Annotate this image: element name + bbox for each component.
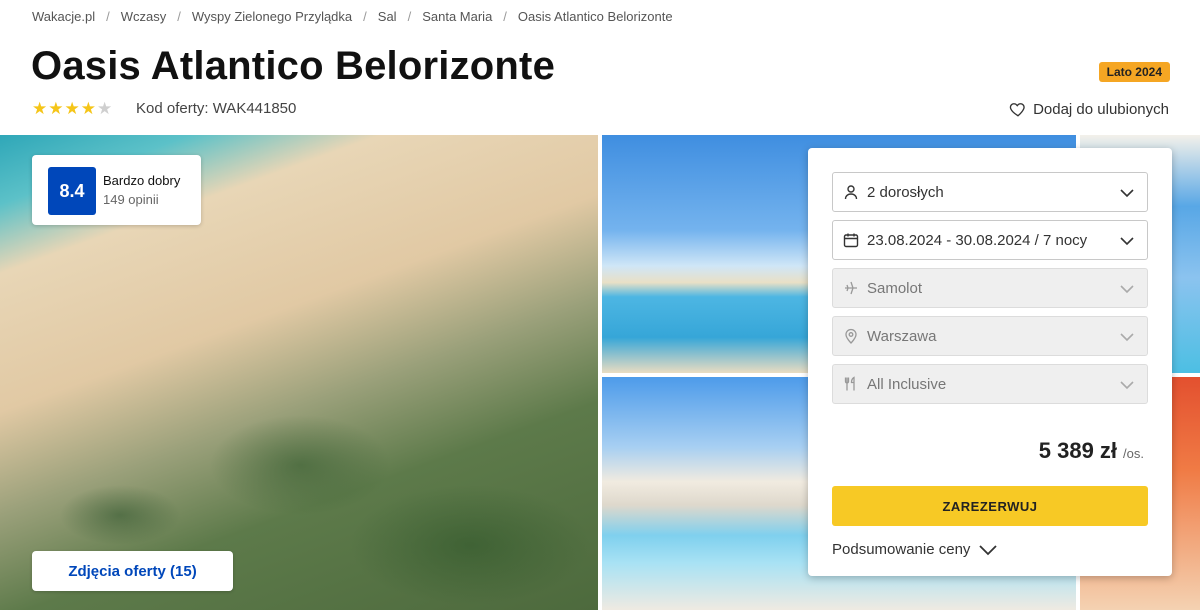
price-summary-label: Podsumowanie ceny [832, 541, 971, 558]
breadcrumb: Wakacje.pl / Wczasy / Wyspy Zielonego Pr… [32, 9, 673, 24]
transport-value: Samolot [867, 279, 923, 297]
plane-icon [843, 280, 859, 296]
chevron-down-icon [979, 544, 998, 555]
breadcrumb-separator: / [363, 9, 367, 24]
offer-photos-button[interactable]: Zdjęcia oferty (15) [32, 551, 233, 591]
chevron-down-icon [1120, 189, 1134, 198]
breadcrumb-item-home[interactable]: Wakacje.pl [32, 9, 95, 24]
chevron-down-icon [1120, 381, 1134, 390]
board-value: All Inclusive [867, 375, 947, 393]
price: 5 389 zł [1038, 438, 1118, 463]
dates-select[interactable]: 23.08.2024 - 30.08.2024 / 7 nocy [832, 220, 1148, 260]
breadcrumb-item-hotel[interactable]: Oasis Atlantico Belorizonte [518, 9, 673, 24]
hotel-title: Oasis Atlantico Belorizonte [31, 44, 556, 88]
departure-select[interactable]: Warszawa [832, 316, 1148, 356]
travellers-value: 2 dorosłych [867, 183, 944, 201]
rating-count: 149 opinii [103, 192, 159, 207]
price-unit: /os. [1123, 446, 1144, 461]
dates-value: 23.08.2024 - 30.08.2024 / 7 nocy [867, 231, 1088, 249]
board-select[interactable]: All Inclusive [832, 364, 1148, 404]
star-icon: ★ [64, 99, 80, 118]
star-empty-icon: ★ [97, 99, 113, 118]
transport-select[interactable]: Samolot [832, 268, 1148, 308]
breadcrumb-item-city[interactable]: Santa Maria [422, 9, 492, 24]
add-to-favorites-button[interactable]: Dodaj do ulubionych [1009, 100, 1169, 118]
star-icon: ★ [80, 99, 96, 118]
chevron-down-icon [1120, 237, 1134, 246]
season-badge: Lato 2024 [1098, 62, 1170, 82]
calendar-icon [843, 232, 859, 248]
price-row: 5 389 zł /os. [1039, 438, 1144, 464]
star-icon: ★ [48, 99, 64, 118]
star-rating: ★ ★ ★ ★ ★ [32, 100, 112, 118]
cutlery-icon [843, 376, 859, 392]
person-icon [843, 184, 859, 200]
rating-score: 8.4 [48, 167, 96, 215]
star-icon: ★ [32, 99, 48, 118]
breadcrumb-separator: / [177, 9, 181, 24]
breadcrumb-separator: / [407, 9, 412, 24]
reserve-button[interactable]: ZAREZERWUJ [832, 486, 1148, 526]
offer-code: Kod oferty: WAK441850 [136, 100, 297, 117]
chevron-down-icon [1120, 285, 1134, 294]
price-summary-toggle[interactable]: Podsumowanie ceny [832, 541, 998, 558]
favorites-label: Dodaj do ulubionych [1033, 100, 1169, 118]
breadcrumb-separator: / [106, 9, 110, 24]
breadcrumb-item-region[interactable]: Sal [378, 9, 397, 24]
breadcrumb-separator: / [503, 9, 507, 24]
heart-icon [1009, 103, 1025, 117]
travellers-select[interactable]: 2 dorosłych [832, 172, 1148, 212]
location-pin-icon [843, 328, 859, 344]
breadcrumb-item-wczasy[interactable]: Wczasy [121, 9, 167, 24]
breadcrumb-item-country[interactable]: Wyspy Zielonego Przylądka [192, 9, 352, 24]
rating-card[interactable]: 8.4 Bardzo dobry 149 opinii [32, 155, 201, 225]
booking-panel: 2 dorosłych 23.08.2024 - 30.08.2024 / 7 … [808, 148, 1172, 576]
departure-value: Warszawa [867, 327, 937, 345]
rating-label: Bardzo dobry [103, 173, 181, 188]
chevron-down-icon [1120, 333, 1134, 342]
